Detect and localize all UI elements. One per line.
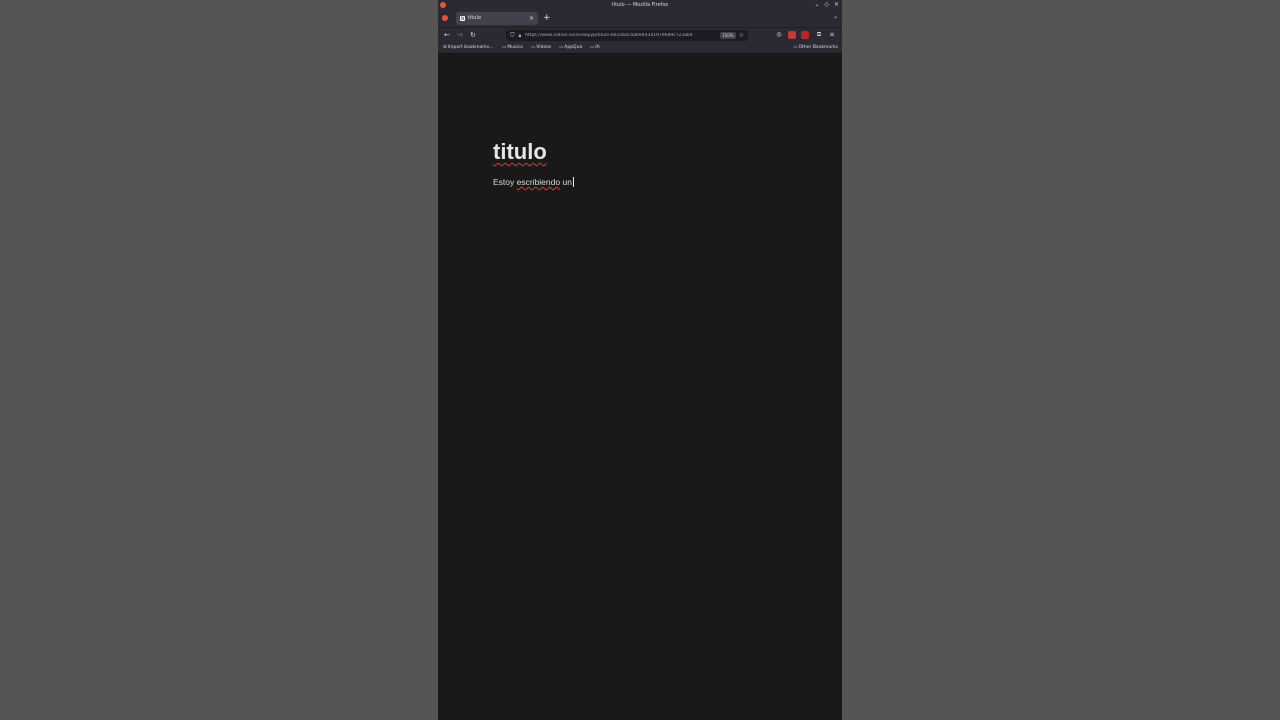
misspelled-word: escribiendo xyxy=(516,177,561,187)
nav-bar: ← → ↻ ⛉ 🔒︎ https://www.notion.so/sinaepy… xyxy=(438,27,842,43)
back-icon[interactable]: ← xyxy=(444,30,450,40)
tab-close-icon[interactable]: ✕ xyxy=(529,12,534,25)
folder-icon: ▭ xyxy=(531,45,536,50)
text-block[interactable]: Estoy escribiendo un xyxy=(493,177,574,187)
notion-favicon-icon: N xyxy=(460,16,465,21)
tracking-shield-icon[interactable]: ⛉ xyxy=(510,32,515,40)
page-title[interactable]: titulo xyxy=(493,139,547,165)
extension-red-icon[interactable] xyxy=(788,31,796,39)
bookmarks-toolbar: ⊞Import bookmarks... ▭Musica ▭Videos ▭Ap… xyxy=(438,43,842,54)
extension-pen-icon[interactable] xyxy=(801,31,809,39)
folder-icon: ▭ xyxy=(502,45,507,50)
lock-icon[interactable]: 🔒︎ xyxy=(519,33,522,39)
folder-icon: ▭ xyxy=(793,45,798,50)
hamburger-menu-icon[interactable]: ≡ xyxy=(828,31,836,39)
window-controls: ⌄ ◇ ✕ xyxy=(814,0,839,10)
title-bar: titulo — Mozilla Firefox ⌄ ◇ ✕ xyxy=(438,0,842,10)
import-icon: ⊞ xyxy=(443,45,447,50)
text-segment: un xyxy=(560,177,572,187)
bookmark-ia[interactable]: ▭IA xyxy=(590,43,600,53)
pocket-icon[interactable]: ◎ xyxy=(775,31,783,39)
bookmark-import[interactable]: ⊞Import bookmarks... xyxy=(443,43,493,53)
new-tab-icon[interactable]: + xyxy=(543,12,551,25)
url-text[interactable]: https://www.notion.so/sinaepyp/titulo-b6… xyxy=(525,33,720,38)
forward-icon[interactable]: → xyxy=(457,30,463,40)
firefox-view-icon[interactable] xyxy=(442,15,448,21)
tab-title: titulo xyxy=(468,15,481,21)
tab-titulo[interactable]: N titulo ✕ xyxy=(456,12,538,25)
folder-icon: ▭ xyxy=(559,45,564,50)
bookmark-other[interactable]: ▭Other Bookmarks xyxy=(793,43,838,53)
bookmark-star-icon[interactable]: ☆ xyxy=(739,32,744,39)
tab-bar: N titulo ✕ + ⌄ xyxy=(438,10,842,27)
window-title: titulo — Mozilla Firefox xyxy=(611,2,669,8)
extensions-icon[interactable]: ⧉ xyxy=(815,31,823,39)
bookmark-videos[interactable]: ▭Videos xyxy=(531,43,551,53)
maximize-icon[interactable]: ◇ xyxy=(824,0,829,10)
zoom-level[interactable]: 150% xyxy=(720,32,736,39)
firefox-icon xyxy=(440,2,446,8)
reload-icon[interactable]: ↻ xyxy=(470,30,476,40)
url-bar[interactable]: ⛉ 🔒︎ https://www.notion.so/sinaepyp/titu… xyxy=(506,30,748,41)
folder-icon: ▭ xyxy=(590,45,595,50)
browser-window: titulo — Mozilla Firefox ⌄ ◇ ✕ N titulo … xyxy=(438,0,842,720)
close-window-icon[interactable]: ✕ xyxy=(834,0,839,10)
notion-page: titulo Estoy escribiendo un xyxy=(438,55,842,720)
list-tabs-icon[interactable]: ⌄ xyxy=(833,13,838,20)
bookmark-musica[interactable]: ▭Musica xyxy=(502,43,523,53)
text-segment: Estoy xyxy=(493,177,517,187)
text-caret xyxy=(572,177,574,187)
minimize-icon[interactable]: ⌄ xyxy=(814,0,819,10)
bookmark-appqua[interactable]: ▭AppQua xyxy=(559,43,582,53)
